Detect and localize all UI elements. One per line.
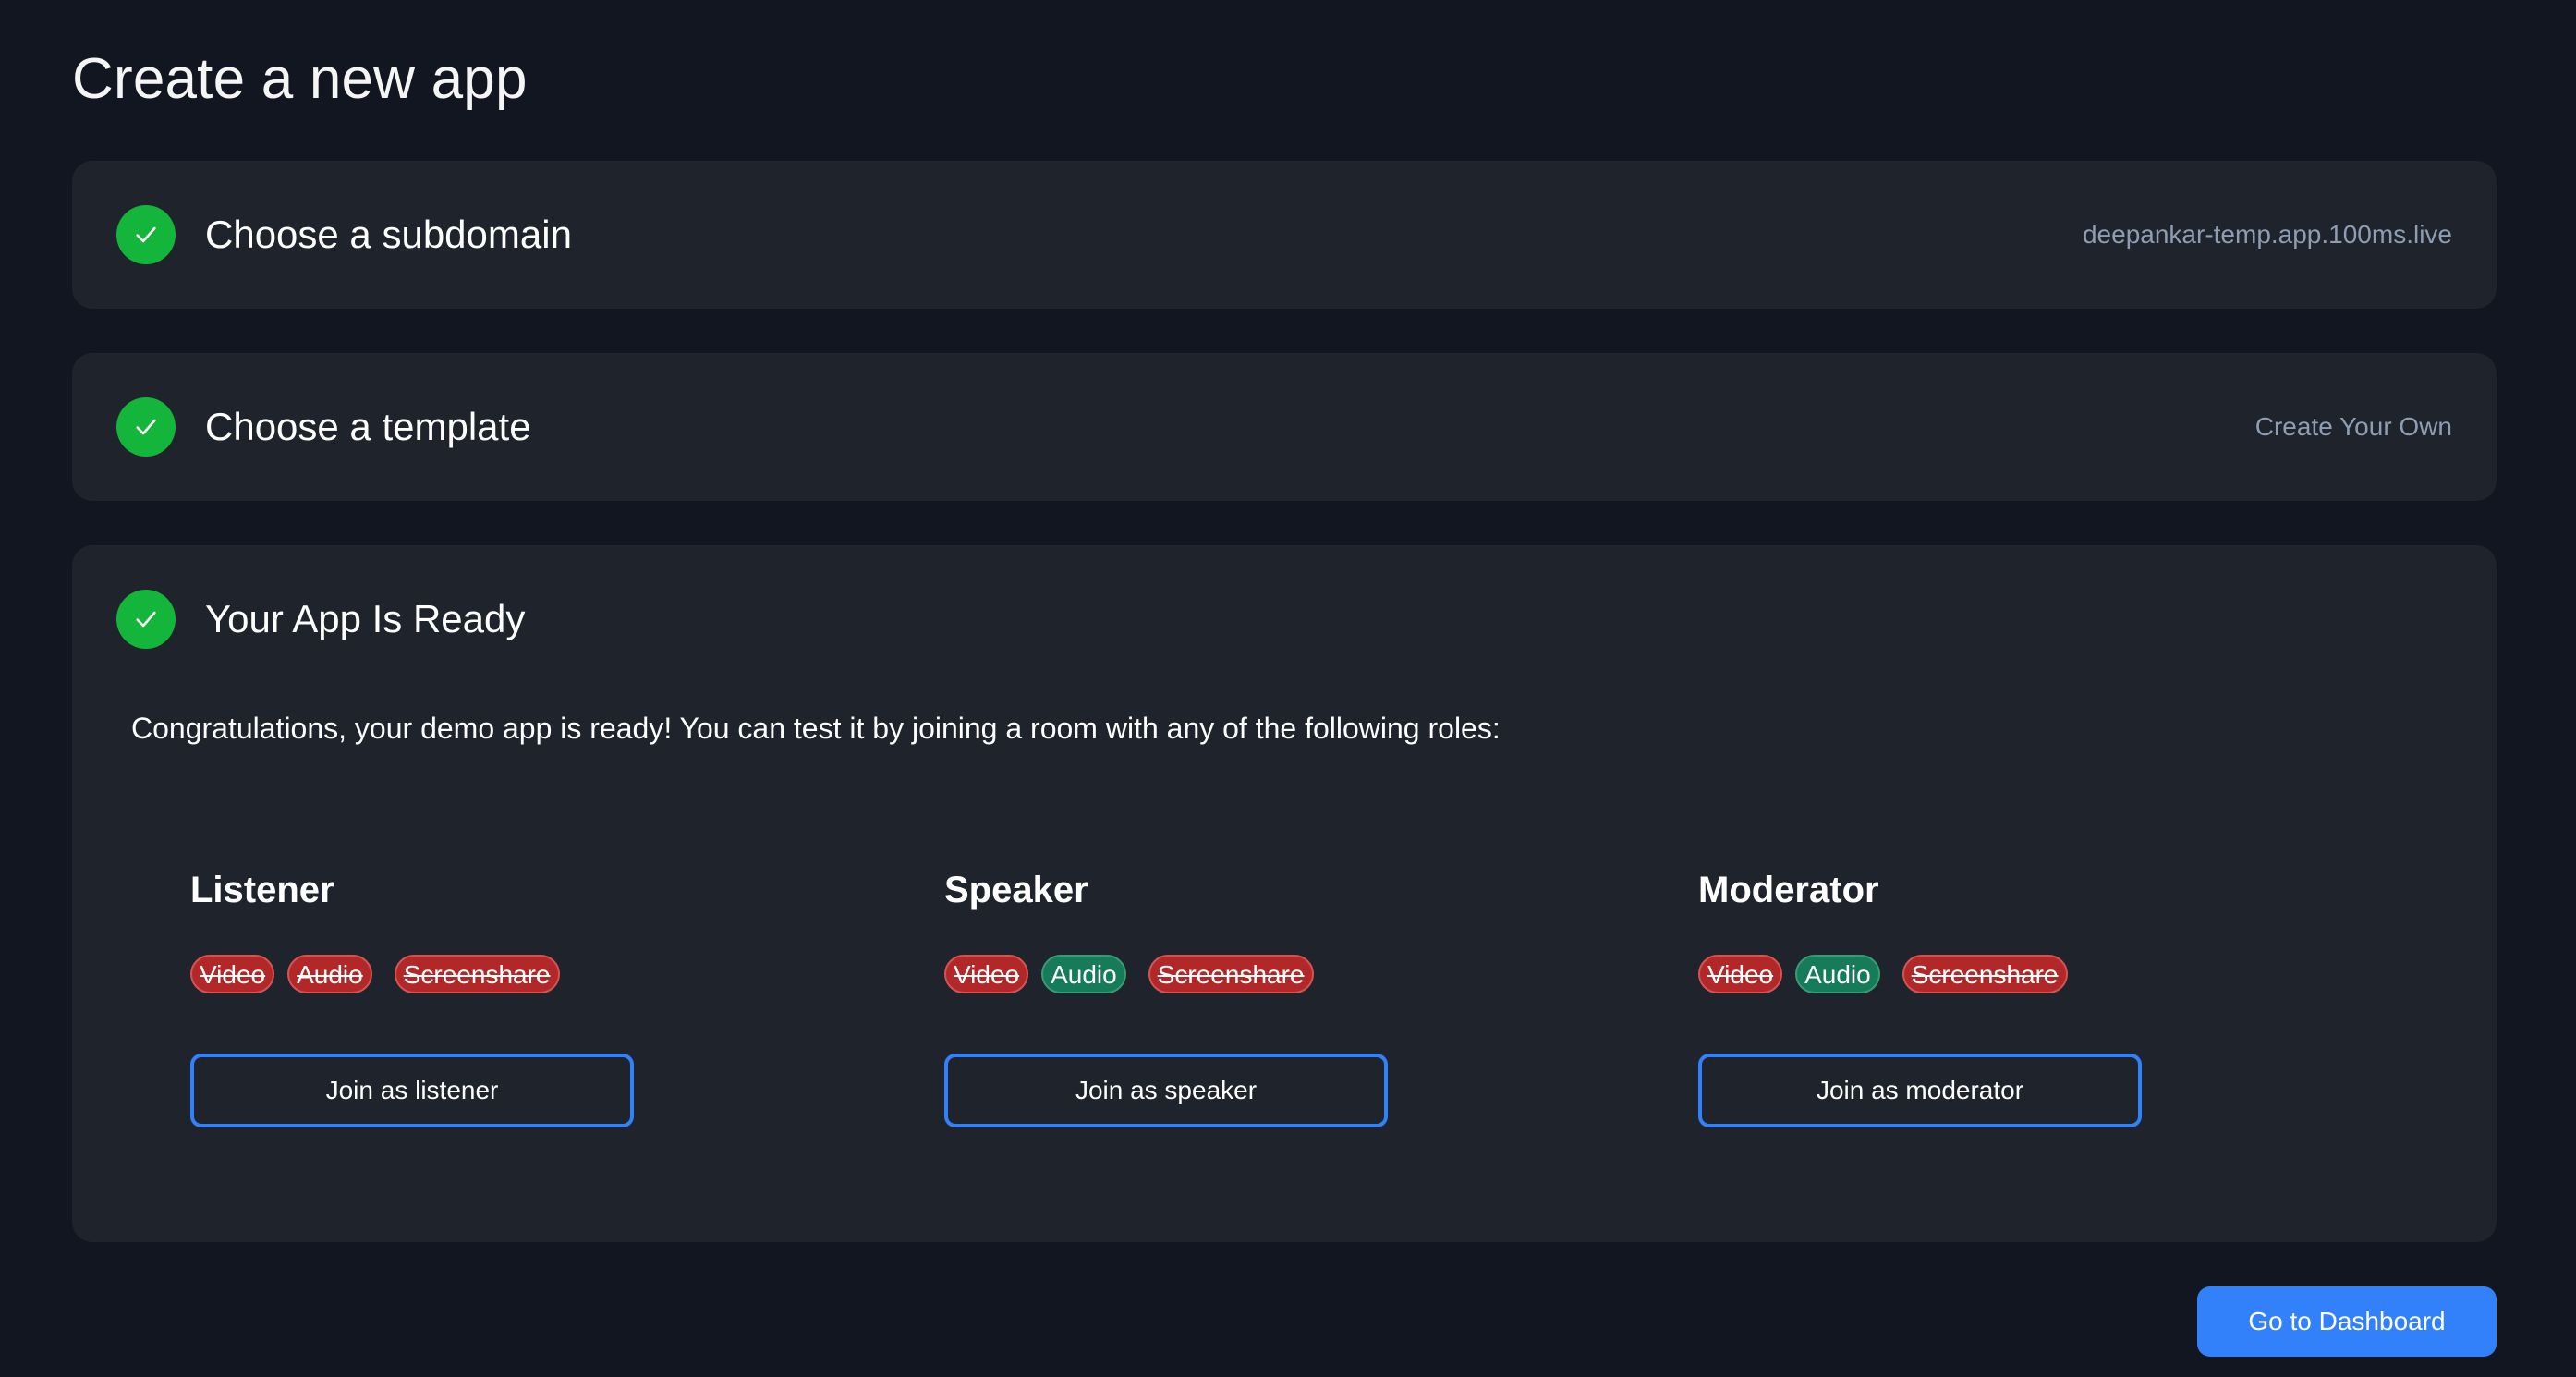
step-app-ready: Your App Is Ready Congratulations, your … — [72, 545, 2497, 1242]
permission-badges: Video Audio Screenshare — [944, 954, 1698, 994]
badge-screenshare: Screenshare — [1902, 955, 2068, 993]
step-title: Your App Is Ready — [205, 597, 526, 640]
role-name: Listener — [190, 870, 334, 910]
check-icon — [116, 205, 176, 264]
step-title: Choose a subdomain — [205, 213, 572, 256]
join-as-speaker-button[interactable]: Join as speaker — [944, 1054, 1388, 1127]
step-subdomain[interactable]: Choose a subdomain deepankar-temp.app.10… — [72, 161, 2497, 309]
role-name: Speaker — [944, 870, 1088, 910]
subdomain-value: deepankar-temp.app.100ms.live — [2082, 220, 2452, 249]
step-header: Choose a subdomain — [116, 205, 572, 264]
check-icon — [116, 590, 176, 649]
role-moderator: Moderator Video Audio Screenshare Join a… — [1698, 869, 2452, 1127]
template-value: Create Your Own — [2254, 412, 2452, 441]
permission-badges: Video Audio Screenshare — [190, 954, 944, 994]
page-title: Create a new app — [72, 47, 528, 111]
badge-audio: Audio — [287, 955, 372, 993]
badge-screenshare: Screenshare — [1148, 955, 1314, 993]
go-to-dashboard-button[interactable]: Go to Dashboard — [2197, 1286, 2497, 1357]
join-as-listener-button[interactable]: Join as listener — [190, 1054, 634, 1127]
badge-video: Video — [1698, 955, 1783, 993]
step-header: Your App Is Ready — [116, 590, 525, 649]
badge-audio: Audio — [1041, 955, 1126, 993]
congrats-message: Congratulations, your demo app is ready!… — [131, 712, 1501, 745]
check-icon — [116, 397, 176, 457]
badge-video: Video — [944, 955, 1029, 993]
step-title: Choose a template — [205, 405, 531, 448]
role-name: Moderator — [1698, 870, 1879, 910]
step-header: Choose a template — [116, 397, 531, 457]
role-speaker: Speaker Video Audio Screenshare Join as … — [944, 869, 1698, 1127]
role-listener: Listener Video Audio Screenshare Join as… — [190, 869, 944, 1127]
badge-screenshare: Screenshare — [394, 955, 560, 993]
badge-audio: Audio — [1795, 955, 1880, 993]
join-as-moderator-button[interactable]: Join as moderator — [1698, 1054, 2142, 1127]
step-template[interactable]: Choose a template Create Your Own — [72, 353, 2497, 501]
roles-list: Listener Video Audio Screenshare Join as… — [190, 869, 2454, 1127]
badge-video: Video — [190, 955, 275, 993]
permission-badges: Video Audio Screenshare — [1698, 954, 2452, 994]
